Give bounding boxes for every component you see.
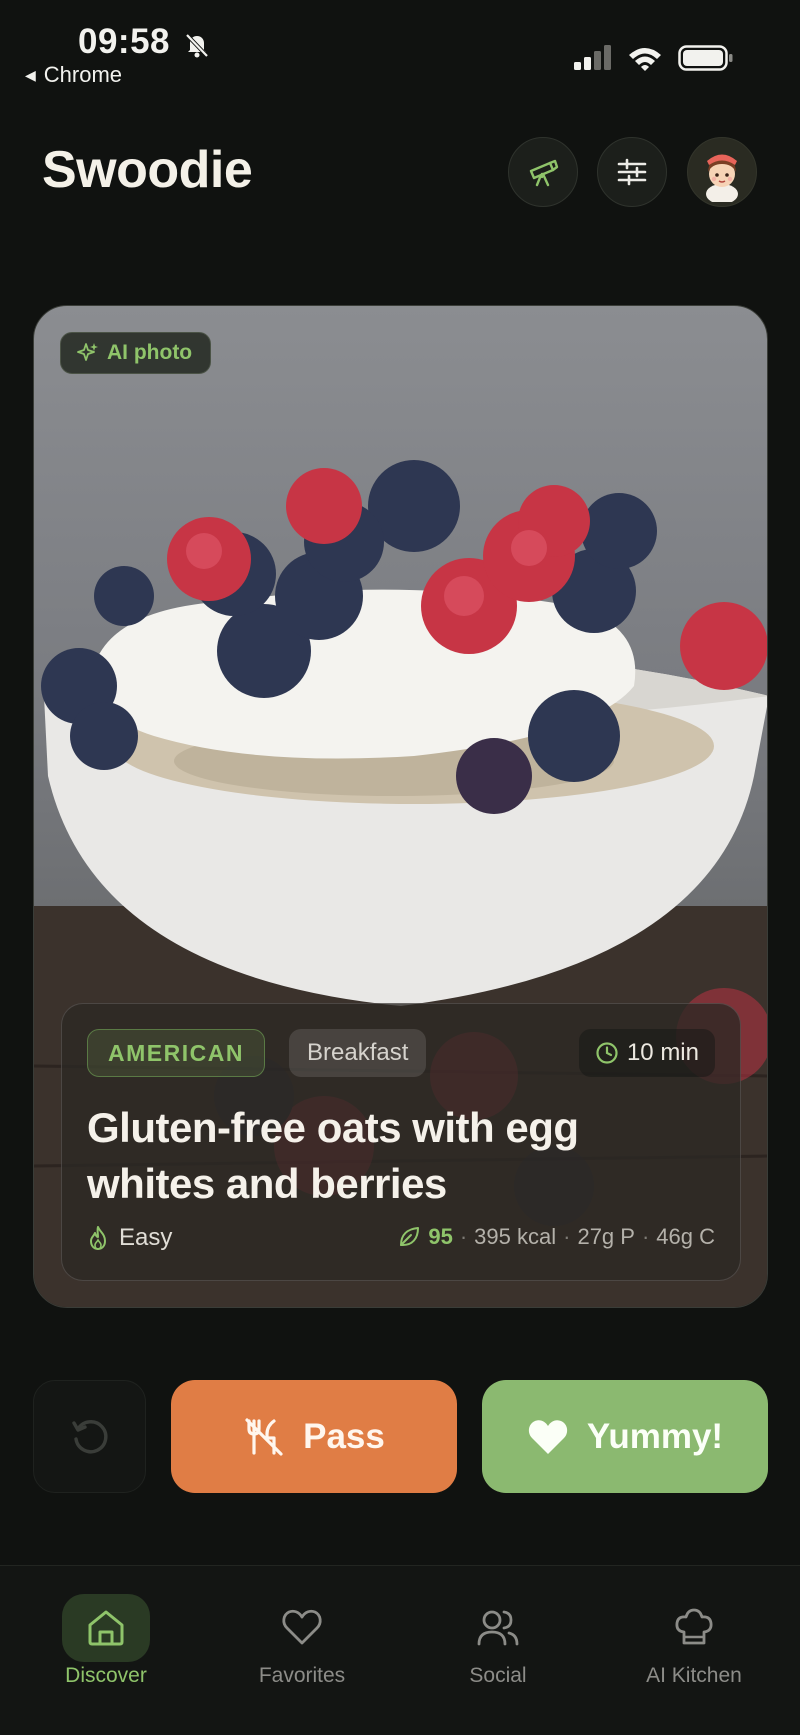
difficulty-label: Easy (119, 1224, 173, 1251)
protein: 27g P (577, 1224, 635, 1249)
nav-label: Discover (65, 1664, 147, 1687)
home-icon (88, 1610, 124, 1646)
telescope-icon (529, 159, 559, 187)
cook-time-tag: 10 min (578, 1029, 715, 1077)
recipe-info-panel: AMERICAN Breakfast 10 min Gluten-free oa… (61, 1003, 741, 1281)
explore-button[interactable] (508, 137, 578, 207)
bottom-nav: Discover Favorites Social AI Kitchen (0, 1565, 800, 1735)
difficulty: Easy (87, 1224, 172, 1252)
nav-favorites[interactable]: Favorites (222, 1594, 382, 1688)
heart-outline-icon (282, 1609, 322, 1645)
recipe-title: Gluten-free oats with egg whites and ber… (87, 1104, 579, 1207)
app-title: Swoodie (42, 141, 253, 199)
filter-button[interactable] (597, 137, 667, 207)
yummy-label: Yummy! (586, 1416, 724, 1456)
meal-type-tag: Breakfast (289, 1029, 427, 1077)
nav-social-icon-wrap (454, 1594, 542, 1662)
profile-avatar-button[interactable] (687, 137, 757, 207)
battery-icon (678, 45, 733, 71)
leaf-icon (400, 1227, 420, 1246)
cuisine-tag: AMERICAN (87, 1029, 265, 1077)
screen: 09:58 ◀ Chrome Swoodie AI photo AMERICAN… (0, 0, 800, 1735)
undo-button[interactable] (33, 1380, 146, 1493)
nav-label: Social (469, 1664, 527, 1687)
users-icon (477, 1610, 519, 1646)
pass-label: Pass (303, 1416, 385, 1456)
carbs: 46g C (656, 1224, 715, 1249)
nav-ai-kitchen[interactable]: AI Kitchen (614, 1594, 774, 1688)
clock-icon (596, 1042, 618, 1064)
nav-discover[interactable]: Discover (26, 1594, 186, 1688)
back-to-chrome[interactable]: ◀ Chrome (25, 62, 122, 88)
utensils-crossed-icon (245, 1417, 283, 1456)
yummy-button[interactable]: Yummy! (482, 1380, 768, 1493)
separator-dot: · (563, 1224, 571, 1249)
nutrition-summary: 95 · 395 kcal · 27g P · 46g C (397, 1224, 715, 1250)
nav-favorites-icon-wrap (258, 1594, 346, 1662)
calories: 395 kcal (474, 1224, 557, 1249)
sliders-icon (617, 158, 647, 186)
status-time: 09:58 (78, 22, 171, 61)
ai-photo-label: AI photo (107, 341, 193, 364)
recipe-card[interactable]: AI photo AMERICAN Breakfast 10 min Glute… (33, 305, 768, 1308)
nav-label: Favorites (258, 1664, 346, 1687)
back-arrow-icon: ◀ (25, 66, 36, 83)
nav-label: AI Kitchen (646, 1664, 742, 1687)
chef-hat-icon (675, 1608, 713, 1645)
health-score: 95 (428, 1224, 453, 1249)
signal-icon (574, 45, 611, 70)
bell-off-icon (185, 33, 209, 58)
sparkles-icon (77, 343, 98, 361)
cook-time-value: 10 min (626, 1039, 699, 1066)
separator-dot: · (459, 1224, 468, 1249)
nav-discover-icon-wrap (62, 1594, 150, 1662)
nav-ai-kitchen-icon-wrap (650, 1594, 738, 1662)
back-label: Chrome (43, 62, 123, 87)
nav-social[interactable]: Social (418, 1594, 578, 1688)
wifi-icon (629, 48, 661, 71)
flame-icon (90, 1226, 106, 1250)
separator-dot: · (641, 1224, 650, 1249)
heart-icon (528, 1419, 568, 1454)
ai-photo-badge: AI photo (60, 332, 212, 374)
undo-icon (71, 1419, 108, 1453)
pass-button[interactable]: Pass (171, 1380, 457, 1493)
avatar (706, 154, 738, 202)
